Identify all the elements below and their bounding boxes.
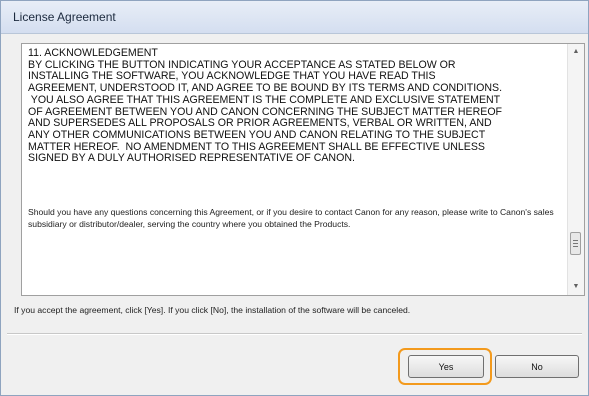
scroll-up-arrow-icon[interactable]: ▲: [568, 44, 584, 60]
yes-button[interactable]: Yes: [408, 355, 484, 378]
accept-instruction: If you accept the agreement, click [Yes]…: [14, 305, 411, 315]
agreement-text-box[interactable]: 11. ACKNOWLEDGEMENT BY CLICKING THE BUTT…: [21, 43, 585, 296]
grip-line: [573, 240, 578, 242]
grip-line: [573, 246, 578, 248]
vertical-scrollbar[interactable]: ▲ ▼: [567, 44, 584, 295]
legal-text: 11. ACKNOWLEDGEMENT BY CLICKING THE BUTT…: [28, 47, 561, 165]
scroll-thumb[interactable]: [570, 232, 581, 256]
legal-line: YOU ALSO AGREE THAT THIS AGREEMENT IS TH…: [28, 93, 501, 106]
legal-line: ANY OTHER COMMUNICATIONS BETWEEN YOU AND…: [28, 128, 486, 141]
grip-line: [573, 243, 578, 245]
license-agreement-dialog: License Agreement 11. ACKNOWLEDGEMENT BY…: [0, 0, 589, 396]
legal-line: 11. ACKNOWLEDGEMENT: [28, 47, 158, 59]
scroll-down-arrow-icon[interactable]: ▼: [568, 279, 584, 295]
no-button[interactable]: No: [495, 355, 579, 378]
separator-line: [7, 333, 582, 335]
contact-paragraph: Should you have any questions concerning…: [28, 207, 554, 229]
legal-line: SIGNED BY A DULY AUTHORISED REPRESENTATI…: [28, 152, 355, 165]
title-bar[interactable]: License Agreement: [1, 1, 588, 34]
agreement-content: 11. ACKNOWLEDGEMENT BY CLICKING THE BUTT…: [22, 44, 567, 295]
window-title: License Agreement: [13, 10, 116, 24]
